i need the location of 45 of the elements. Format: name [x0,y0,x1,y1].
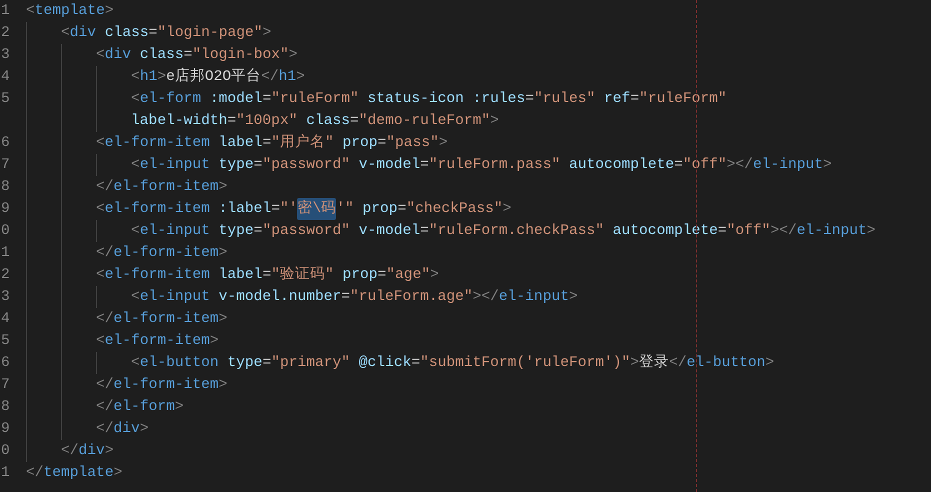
line-number: 3 [0,46,11,65]
line-number: 6 [0,354,11,373]
line-number: 9 [0,200,11,219]
code-text: <el-form-item> [96,332,219,351]
code-text: </div> [61,442,114,461]
code-text: <el-form-item label="用户名" prop="pass"> [96,133,448,153]
code-text: </div> [96,420,149,439]
selected-text: 密\码 [297,198,336,220]
line-number: 0 [0,222,11,241]
code-text: label-width="100px" class="demo-ruleForm"> [131,112,499,131]
line-number: 7 [0,156,11,175]
line-number: 1 [0,464,11,483]
code-text: <el-button type="primary" @click="submitForm('ruleForm')">登录</el-button> [131,354,774,373]
code-text: <el-input v-model.number="ruleForm.age"></el-input> [131,288,578,307]
code-text: </el-form> [96,398,184,417]
line-number: 1 [0,244,11,263]
code-text: <el-form-item :label="' [96,200,298,219]
line-number: 9 [0,420,11,439]
code-text: <div class="login-page"> [61,24,272,43]
line-number: 6 [0,134,11,153]
code-text: </el-form-item> [96,178,228,197]
code-text: </template> [26,464,122,483]
line-number: 2 [0,266,11,285]
line-number: 8 [0,178,11,197]
line-number: 3 [0,288,11,307]
code-text: </el-form-item> [96,310,228,329]
line-number: 8 [0,398,11,417]
code-text: <h1>e店邦O2O平台</h1> [131,66,305,87]
code-text: <el-input type="password" v-model="ruleForm.checkPass" autocomplete="off"></el-input> [131,222,876,241]
line-number: 4 [0,310,11,329]
code-text: <el-form :model="ruleForm" status-icon :rules="rules" ref="ruleForm" [131,90,727,109]
line-number: 0 [0,442,11,461]
code-text: <el-input type="password" v-model="ruleForm.pass" autocomplete="off"></el-input> [131,156,832,175]
line-number: 5 [0,90,11,109]
code-text: <template> [26,2,114,21]
line-number: 1 [0,2,11,21]
code-text: '" prop="checkPass"> [336,200,512,219]
line-number: 4 [0,68,11,87]
code-text: <div class="login-box"> [96,46,298,65]
line-number: 2 [0,24,11,43]
line-number: 5 [0,332,11,351]
code-text: </el-form-item> [96,244,228,263]
code-text: </el-form-item> [96,376,228,395]
code-text: <el-form-item label="验证码" prop="age"> [96,265,439,285]
line-number: 7 [0,376,11,395]
